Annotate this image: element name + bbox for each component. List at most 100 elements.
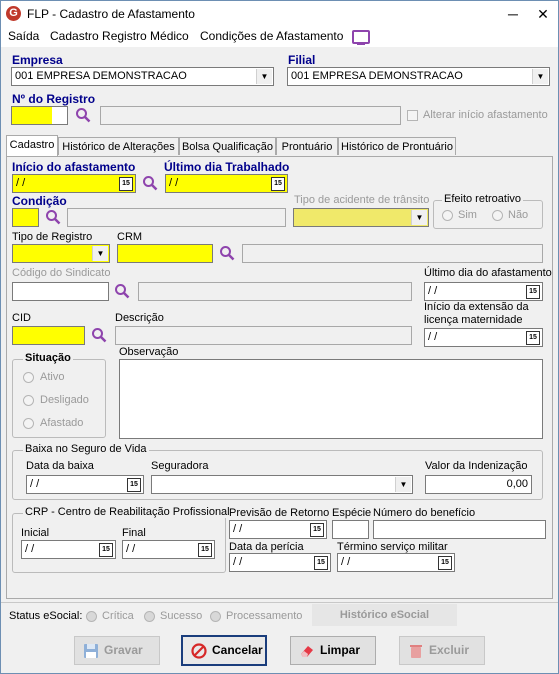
esocial-history-button[interactable]: Histórico eSocial xyxy=(312,604,457,626)
tab-qualification[interactable]: Bolsa Qualificação xyxy=(179,137,276,155)
benefit-input[interactable] xyxy=(373,520,546,539)
change-start-label: Alterar início afastamento xyxy=(423,109,548,121)
delete-button[interactable]: Excluir xyxy=(399,636,485,665)
chevron-down-icon[interactable]: ▼ xyxy=(395,477,411,492)
crp-start-input[interactable]: / / 15 xyxy=(21,540,116,559)
accident-type-select[interactable]: ▼ xyxy=(293,208,429,227)
chevron-down-icon[interactable]: ▼ xyxy=(532,69,548,84)
company-select[interactable]: 001 EMPRESA DEMONSTRACAO ▼ xyxy=(11,67,274,86)
esocial-success-indicator xyxy=(144,611,155,622)
indemnity-label: Valor da Indenização xyxy=(425,460,528,472)
magnifier-icon[interactable] xyxy=(75,107,91,123)
esocial-status-label: Status eSocial: xyxy=(9,610,83,622)
trash-icon xyxy=(410,644,422,658)
cancel-button[interactable]: Cancelar xyxy=(181,635,267,666)
change-start-checkbox[interactable] xyxy=(407,110,418,121)
magnifier-icon[interactable] xyxy=(142,175,158,191)
condition-description xyxy=(67,208,286,227)
tab-cadastro[interactable]: Cadastro xyxy=(6,135,58,157)
leave-last-day-label: Último dia do afastamento xyxy=(424,267,552,279)
minimize-button[interactable]: ─ xyxy=(499,1,527,27)
esocial-success-label: Sucesso xyxy=(160,610,203,622)
union-label: Código do Sindicato xyxy=(12,267,111,279)
registry-input[interactable] xyxy=(11,106,68,125)
last-worked-input[interactable]: / / 15 xyxy=(165,174,288,193)
maternity-label-line1: Início da extensão da xyxy=(424,301,529,313)
start-date-input[interactable]: / / 15 xyxy=(12,174,136,193)
magnifier-icon[interactable] xyxy=(114,283,130,299)
calendar-icon[interactable]: 15 xyxy=(310,523,324,537)
expertise-date-input[interactable]: / / 15 xyxy=(229,553,331,572)
calendar-icon[interactable]: 15 xyxy=(99,543,113,557)
calendar-icon[interactable]: 15 xyxy=(271,177,285,191)
leave-last-day-input[interactable]: / / 15 xyxy=(424,282,543,301)
insurer-select[interactable]: ▼ xyxy=(151,475,413,494)
magnifier-icon[interactable] xyxy=(45,209,61,225)
retro-no-label: Não xyxy=(508,209,529,221)
cid-input[interactable] xyxy=(12,326,85,345)
magnifier-icon[interactable] xyxy=(91,327,107,343)
return-date-input[interactable]: / / 15 xyxy=(229,520,327,539)
situation-away-radio[interactable] xyxy=(23,418,34,429)
condition-input[interactable] xyxy=(12,208,39,227)
close-button[interactable]: ✕ xyxy=(529,1,557,27)
menu-medical-registry[interactable]: Cadastro Registro Médico xyxy=(50,29,189,43)
branch-value: 001 EMPRESA DEMONSTRACAO xyxy=(291,70,463,82)
calendar-icon[interactable]: 15 xyxy=(127,478,141,492)
retro-no-radio[interactable] xyxy=(492,210,503,221)
register-type-select[interactable]: ▼ xyxy=(12,244,110,263)
crp-end-input[interactable]: / / 15 xyxy=(122,540,215,559)
situation-active-radio[interactable] xyxy=(23,372,34,383)
calendar-icon[interactable]: 15 xyxy=(526,331,540,345)
observation-textarea[interactable] xyxy=(119,359,543,439)
situation-label: Situação xyxy=(23,352,73,364)
military-label: Término serviço militar xyxy=(337,541,448,553)
registry-name-field xyxy=(100,106,401,125)
insurance-date-label: Data da baixa xyxy=(26,460,94,472)
calendar-icon[interactable]: 15 xyxy=(119,177,133,191)
calendar-icon[interactable]: 15 xyxy=(526,285,540,299)
situation-off-label: Desligado xyxy=(40,394,89,406)
chevron-down-icon[interactable]: ▼ xyxy=(411,210,427,225)
branch-select[interactable]: 001 EMPRESA DEMONSTRACAO ▼ xyxy=(287,67,550,86)
registry-label: Nº do Registro xyxy=(12,92,96,106)
menu-leave-conditions[interactable]: Condições de Afastamento xyxy=(200,29,343,43)
indemnity-input[interactable]: 0,00 xyxy=(425,475,532,494)
crp-end-label: Final xyxy=(122,527,146,539)
insurance-date-input[interactable]: / / 15 xyxy=(26,475,144,494)
eraser-icon xyxy=(301,645,313,657)
chevron-down-icon[interactable]: ▼ xyxy=(256,69,272,84)
maternity-label-line2: licença maternidade xyxy=(424,314,523,326)
cid-label: CID xyxy=(12,312,31,324)
clear-button[interactable]: Limpar xyxy=(290,636,376,665)
observation-label: Observação xyxy=(119,346,179,358)
situation-off-radio[interactable] xyxy=(23,395,34,406)
calendar-icon[interactable]: 15 xyxy=(314,556,328,570)
crp-start-label: Inicial xyxy=(21,527,50,539)
retro-yes-label: Sim xyxy=(458,209,477,221)
floppy-disk-icon xyxy=(84,643,98,658)
species-input[interactable] xyxy=(332,520,369,539)
chevron-down-icon[interactable]: ▼ xyxy=(92,246,108,261)
union-input[interactable] xyxy=(12,282,109,301)
cancel-icon xyxy=(191,643,207,659)
species-label: Espécie xyxy=(332,507,372,519)
calendar-icon[interactable]: 15 xyxy=(438,556,452,570)
maternity-date-input[interactable]: / / 15 xyxy=(424,328,543,347)
company-value: 001 EMPRESA DEMONSTRACAO xyxy=(15,70,187,82)
esocial-processing-label: Processamento xyxy=(226,610,303,622)
military-date-input[interactable]: / / 15 xyxy=(337,553,455,572)
insurance-group-label: Baixa no Seguro de Vida xyxy=(23,443,149,455)
save-button[interactable]: Gravar xyxy=(74,636,160,665)
retro-yes-radio[interactable] xyxy=(442,210,453,221)
tab-change-history[interactable]: Histórico de Alterações xyxy=(58,137,179,155)
tab-record[interactable]: Prontuário xyxy=(276,137,338,155)
magnifier-icon[interactable] xyxy=(219,245,235,261)
situation-active-label: Ativo xyxy=(40,371,65,383)
monitor-icon[interactable] xyxy=(352,30,370,45)
tab-record-history[interactable]: Histórico de Prontuário xyxy=(338,137,456,155)
esocial-critical-label: Crítica xyxy=(102,610,134,622)
menu-exit[interactable]: Saída xyxy=(8,29,39,43)
crm-input[interactable] xyxy=(117,244,213,263)
calendar-icon[interactable]: 15 xyxy=(198,543,212,557)
